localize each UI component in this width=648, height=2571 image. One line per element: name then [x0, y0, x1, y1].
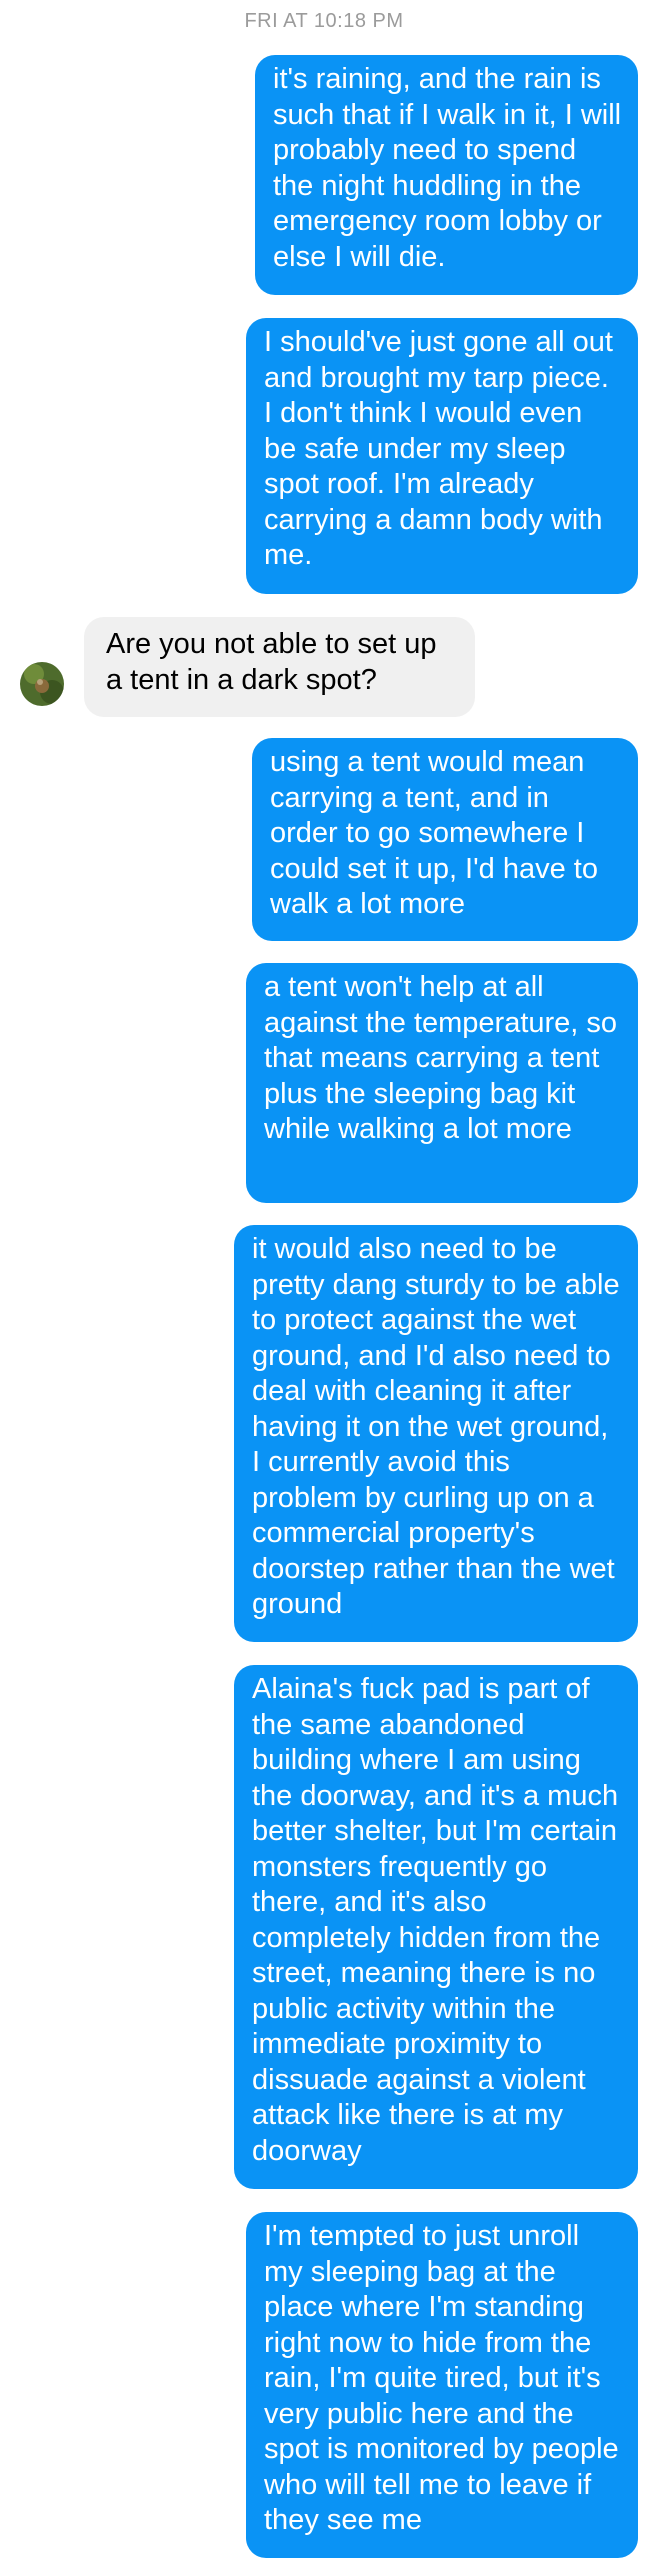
message-bubble-incoming[interactable]: Are you not able to set up a tent in a d…: [84, 617, 475, 717]
message-bubble-outgoing[interactable]: a tent won't help at all against the tem…: [246, 963, 638, 1203]
avatar-image: [20, 662, 64, 706]
message-bubble-outgoing[interactable]: it would also need to be pretty dang stu…: [234, 1225, 638, 1642]
message-timestamp: FRI AT 10:18 PM: [244, 10, 404, 32]
message-bubble-outgoing[interactable]: Alaina's fuck pad is part of the same ab…: [234, 1665, 638, 2189]
message-bubble-outgoing[interactable]: I should've just gone all out and brough…: [246, 318, 638, 594]
contact-avatar[interactable]: [20, 662, 64, 706]
message-bubble-outgoing[interactable]: using a tent would mean carrying a tent,…: [252, 738, 638, 941]
message-bubble-outgoing[interactable]: I'm tempted to just unroll my sleeping b…: [246, 2212, 638, 2558]
message-bubble-outgoing[interactable]: it's raining, and the rain is such that …: [255, 55, 638, 295]
